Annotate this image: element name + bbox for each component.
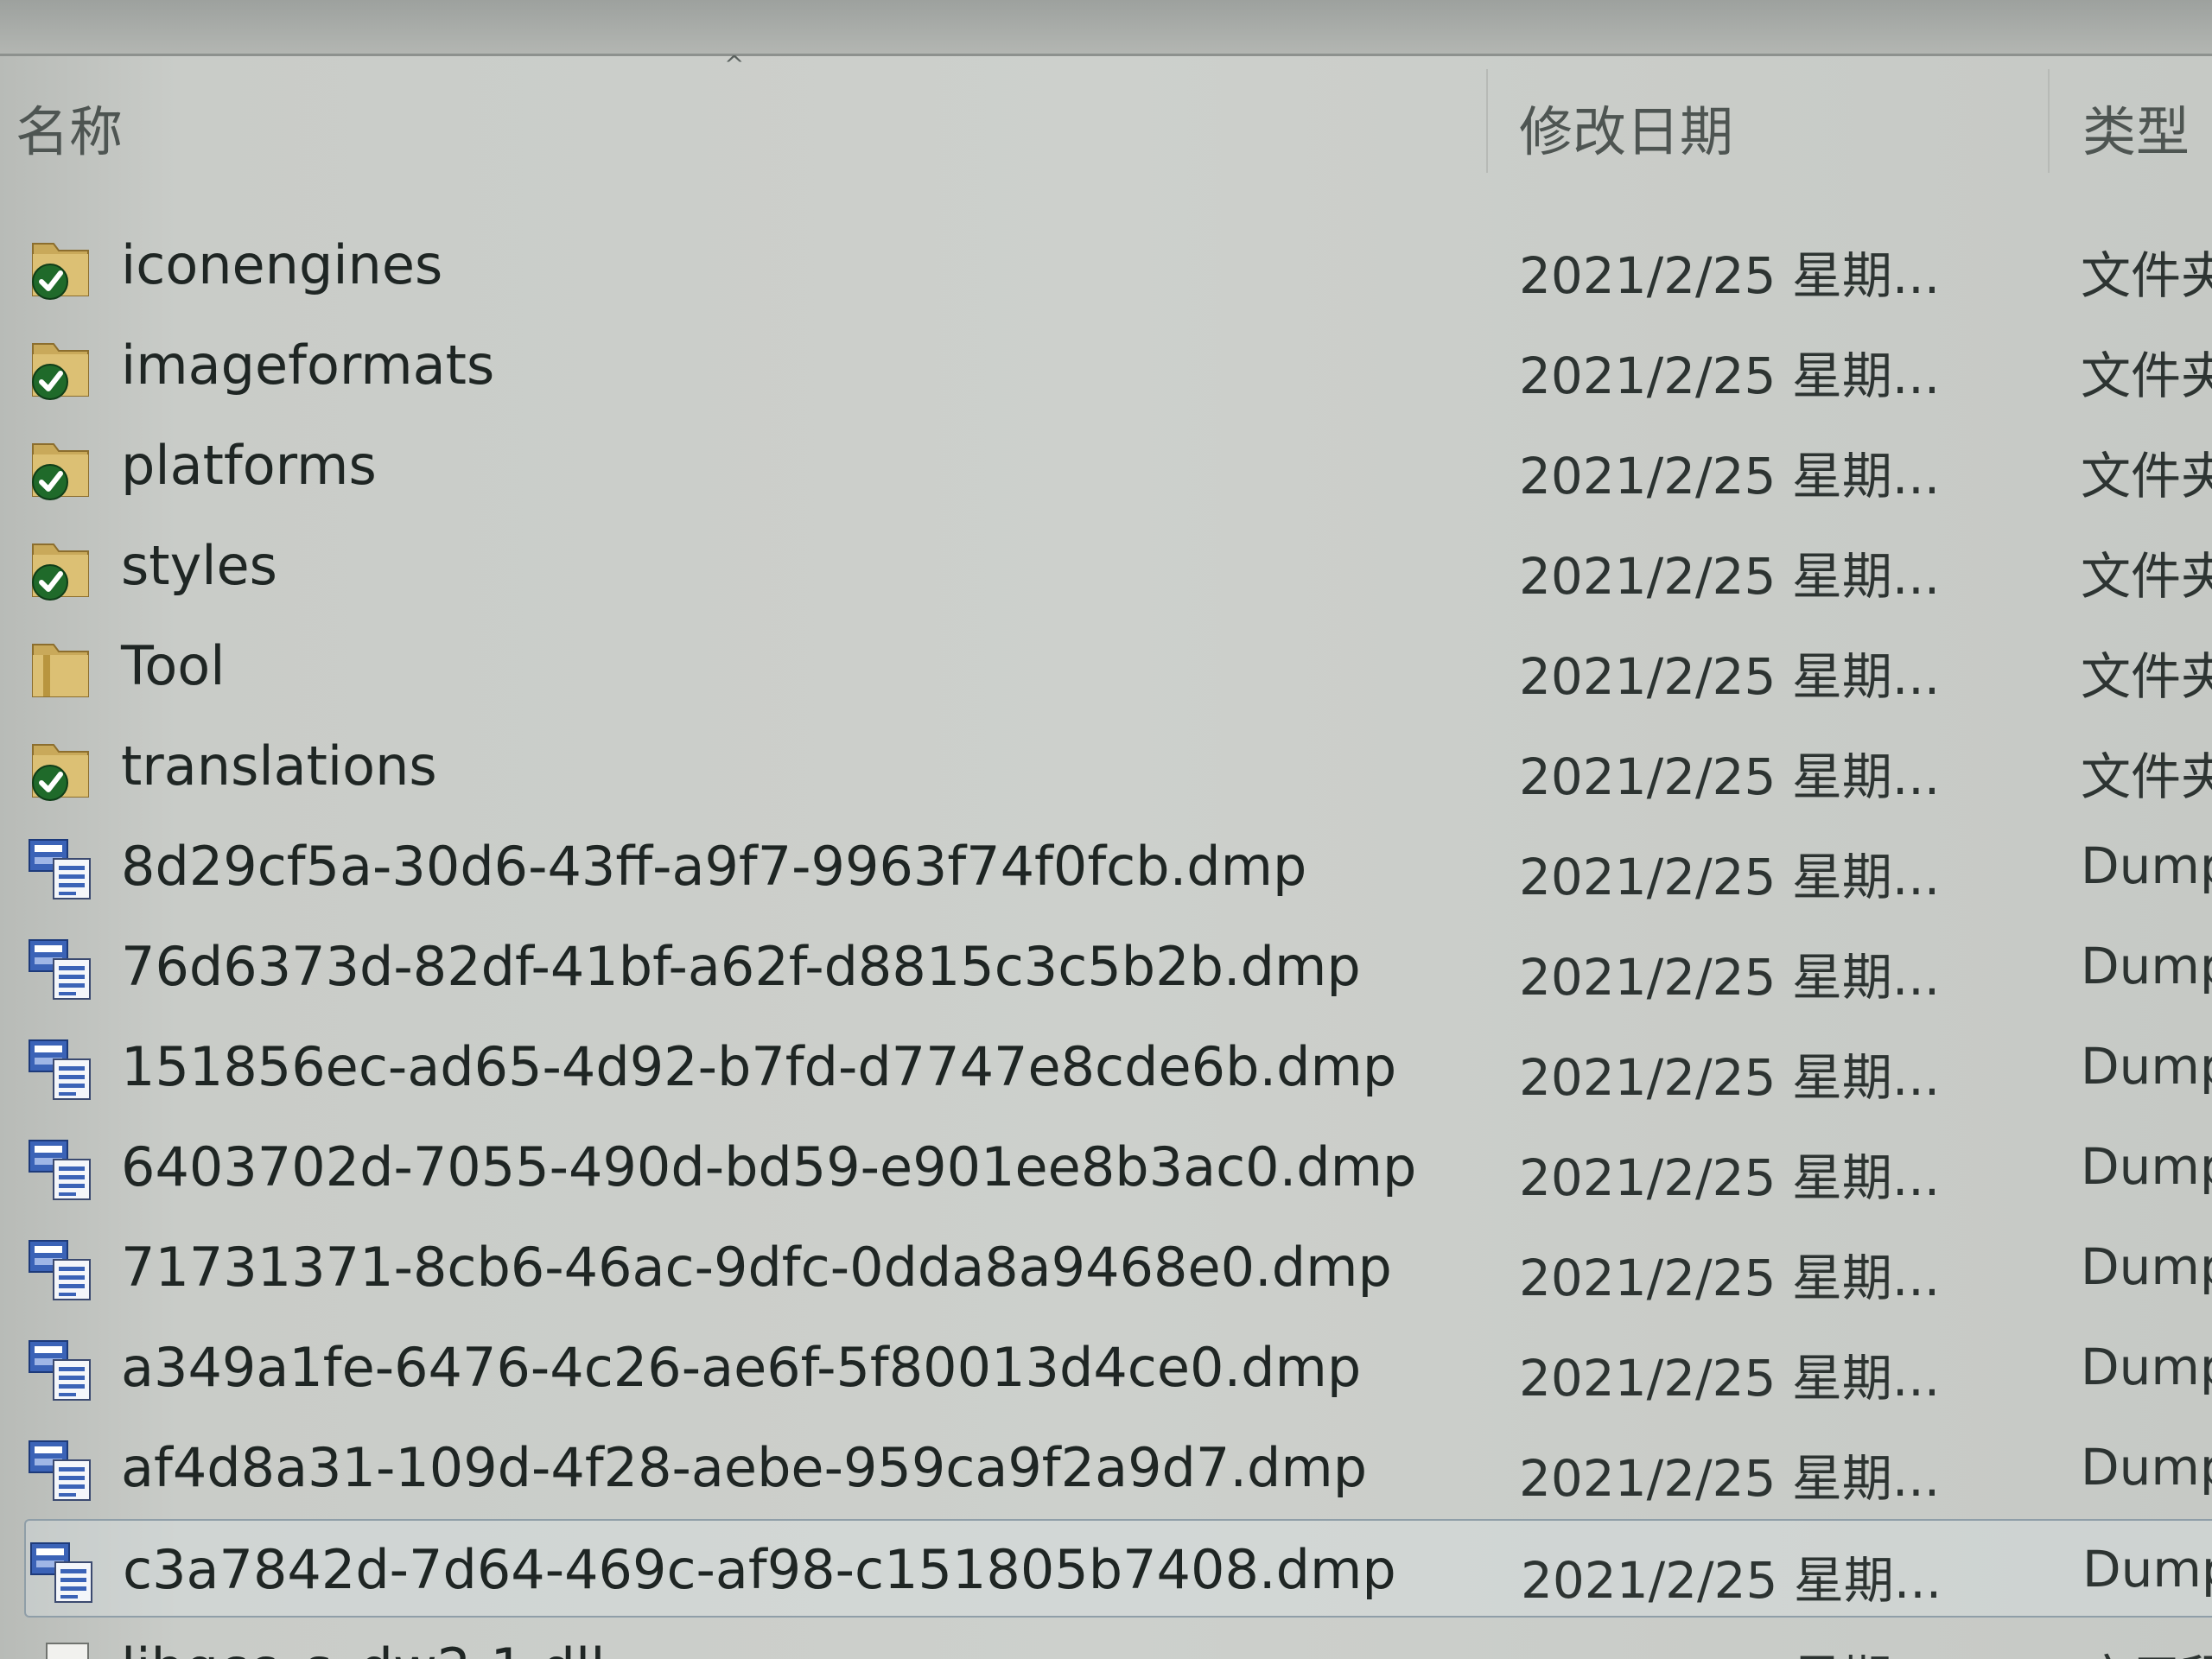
file-date: 2021/2/25 星期... [1519, 246, 1941, 305]
file-row[interactable]: 8d29cf5a-30d6-43ff-a9f7-9963f74f0fcb.dmp… [24, 817, 2212, 912]
file-type: Dump [2082, 1540, 2212, 1599]
file-row[interactable]: libgcc_s_dw2-1.dll 2021/2/25 星期... 应用程序扩展 [24, 1619, 2212, 1659]
folder-sync-icon [24, 432, 97, 505]
file-name: c3a7842d-7d64-469c-af98-c151805b7408.dmp [123, 1538, 1396, 1601]
file-name: 8d29cf5a-30d6-43ff-a9f7-9963f74f0fcb.dmp [121, 835, 1307, 898]
file-date: 2021/2/25 星期... [1519, 1048, 1941, 1107]
file-date: 2021/2/25 星期... [1519, 1249, 1941, 1307]
file-name: imageformats [121, 334, 495, 397]
file-date: 2021/2/25 星期... [1519, 1449, 1941, 1508]
dump-file-icon [24, 1434, 97, 1507]
file-type: 应用程序扩展 [2081, 1638, 2212, 1659]
file-type: 文件夹 [2081, 747, 2212, 806]
file-row[interactable]: 6403702d-7055-490d-bd59-e901ee8b3ac0.dmp… [24, 1118, 2212, 1213]
dump-file-icon [24, 1334, 97, 1407]
file-date: 2021/2/25 星期... [1519, 647, 1941, 706]
file-date: 2021/2/25 星期... [1519, 1638, 1940, 1659]
file-row[interactable]: imageformats 2021/2/25 星期... 文件夹 [24, 316, 2212, 411]
file-type: 文件夹 [2081, 647, 2212, 706]
dump-file-icon [24, 1234, 97, 1306]
file-row[interactable]: a349a1fe-6476-4c26-ae6f-5f80013d4ce0.dmp… [24, 1319, 2212, 1414]
file-type: Dump [2081, 1037, 2212, 1096]
file-type: 文件夹 [2081, 547, 2212, 606]
file-date: 2021/2/25 星期... [1521, 1551, 1942, 1610]
folder-icon [24, 632, 97, 705]
file-date: 2021/2/25 星期... [1519, 948, 1941, 1007]
file-row[interactable]: iconengines 2021/2/25 星期... 文件夹 [24, 216, 2212, 311]
file-row[interactable]: c3a7842d-7d64-469c-af98-c151805b7408.dmp… [24, 1519, 2212, 1618]
file-name: af4d8a31-109d-4f28-aebe-959ca9f2a9d7.dmp [121, 1436, 1368, 1499]
folder-sync-icon [24, 332, 97, 404]
file-date: 2021/2/25 星期... [1519, 848, 1941, 906]
file-type: 文件夹 [2081, 346, 2212, 405]
file-name: Tool [121, 634, 226, 697]
file-date: 2021/2/25 星期... [1519, 747, 1941, 806]
file-type: Dump [2081, 836, 2212, 895]
file-row[interactable]: 151856ec-ad65-4d92-b7fd-d7747e8cde6b.dmp… [24, 1018, 2212, 1113]
file-date: 2021/2/25 星期... [1519, 547, 1941, 606]
folder-sync-icon [24, 532, 97, 605]
file-name: a349a1fe-6476-4c26-ae6f-5f80013d4ce0.dmp [121, 1336, 1362, 1399]
file-type: Dump [2081, 937, 2212, 995]
file-row[interactable]: af4d8a31-109d-4f28-aebe-959ca9f2a9d7.dmp… [24, 1419, 2212, 1514]
file-type: 文件夹 [2081, 246, 2212, 305]
file-name: platforms [121, 434, 377, 497]
file-row[interactable]: 71731371-8cb6-46ac-9dfc-0dda8a9468e0.dmp… [24, 1218, 2212, 1313]
file-type: Dump [2081, 1438, 2212, 1497]
file-row[interactable]: platforms 2021/2/25 星期... 文件夹 [24, 416, 2212, 512]
file-type: Dump [2081, 1237, 2212, 1296]
folder-sync-icon [24, 733, 97, 805]
file-type: Dump [2081, 1338, 2212, 1396]
file-type: 文件夹 [2081, 447, 2212, 505]
file-explorer-screen: ^ 名称 修改日期 类型 iconengines 2021/2/25 星期... 文… [0, 0, 2212, 1659]
file-name: 76d6373d-82df-41bf-a62f-d8815c3c5b2b.dmp [121, 935, 1361, 998]
file-name: translations [121, 734, 437, 798]
dump-file-icon [24, 833, 97, 906]
file-date: 2021/2/25 星期... [1519, 1349, 1941, 1408]
dump-file-icon [24, 933, 97, 1006]
file-name: styles [121, 534, 277, 597]
file-date: 2021/2/25 星期... [1519, 1148, 1941, 1207]
file-name: iconengines [121, 233, 443, 296]
file-type: Dump [2081, 1137, 2212, 1196]
file-name: 6403702d-7055-490d-bd59-e901ee8b3ac0.dmp [121, 1135, 1417, 1198]
folder-sync-icon [24, 232, 97, 304]
dump-file-icon [24, 1134, 97, 1206]
file-date: 2021/2/25 星期... [1519, 346, 1941, 405]
dll-file-icon [24, 1635, 97, 1659]
dump-file-icon [24, 1033, 97, 1106]
file-name: 71731371-8cb6-46ac-9dfc-0dda8a9468e0.dmp [121, 1236, 1392, 1299]
file-name: 151856ec-ad65-4d92-b7fd-d7747e8cde6b.dmp [121, 1035, 1397, 1098]
file-row[interactable]: 76d6373d-82df-41bf-a62f-d8815c3c5b2b.dmp… [24, 918, 2212, 1013]
file-row[interactable]: styles 2021/2/25 星期... 文件夹 [24, 517, 2212, 612]
file-name: libgcc_s_dw2-1.dll [121, 1637, 605, 1659]
file-row[interactable]: Tool 2021/2/25 星期... 文件夹 [24, 617, 2212, 712]
file-date: 2021/2/25 星期... [1519, 447, 1941, 505]
file-list: iconengines 2021/2/25 星期... 文件夹 imageformat… [0, 0, 2212, 1659]
file-row[interactable]: translations 2021/2/25 星期... 文件夹 [24, 717, 2212, 812]
dump-file-icon [26, 1536, 99, 1609]
